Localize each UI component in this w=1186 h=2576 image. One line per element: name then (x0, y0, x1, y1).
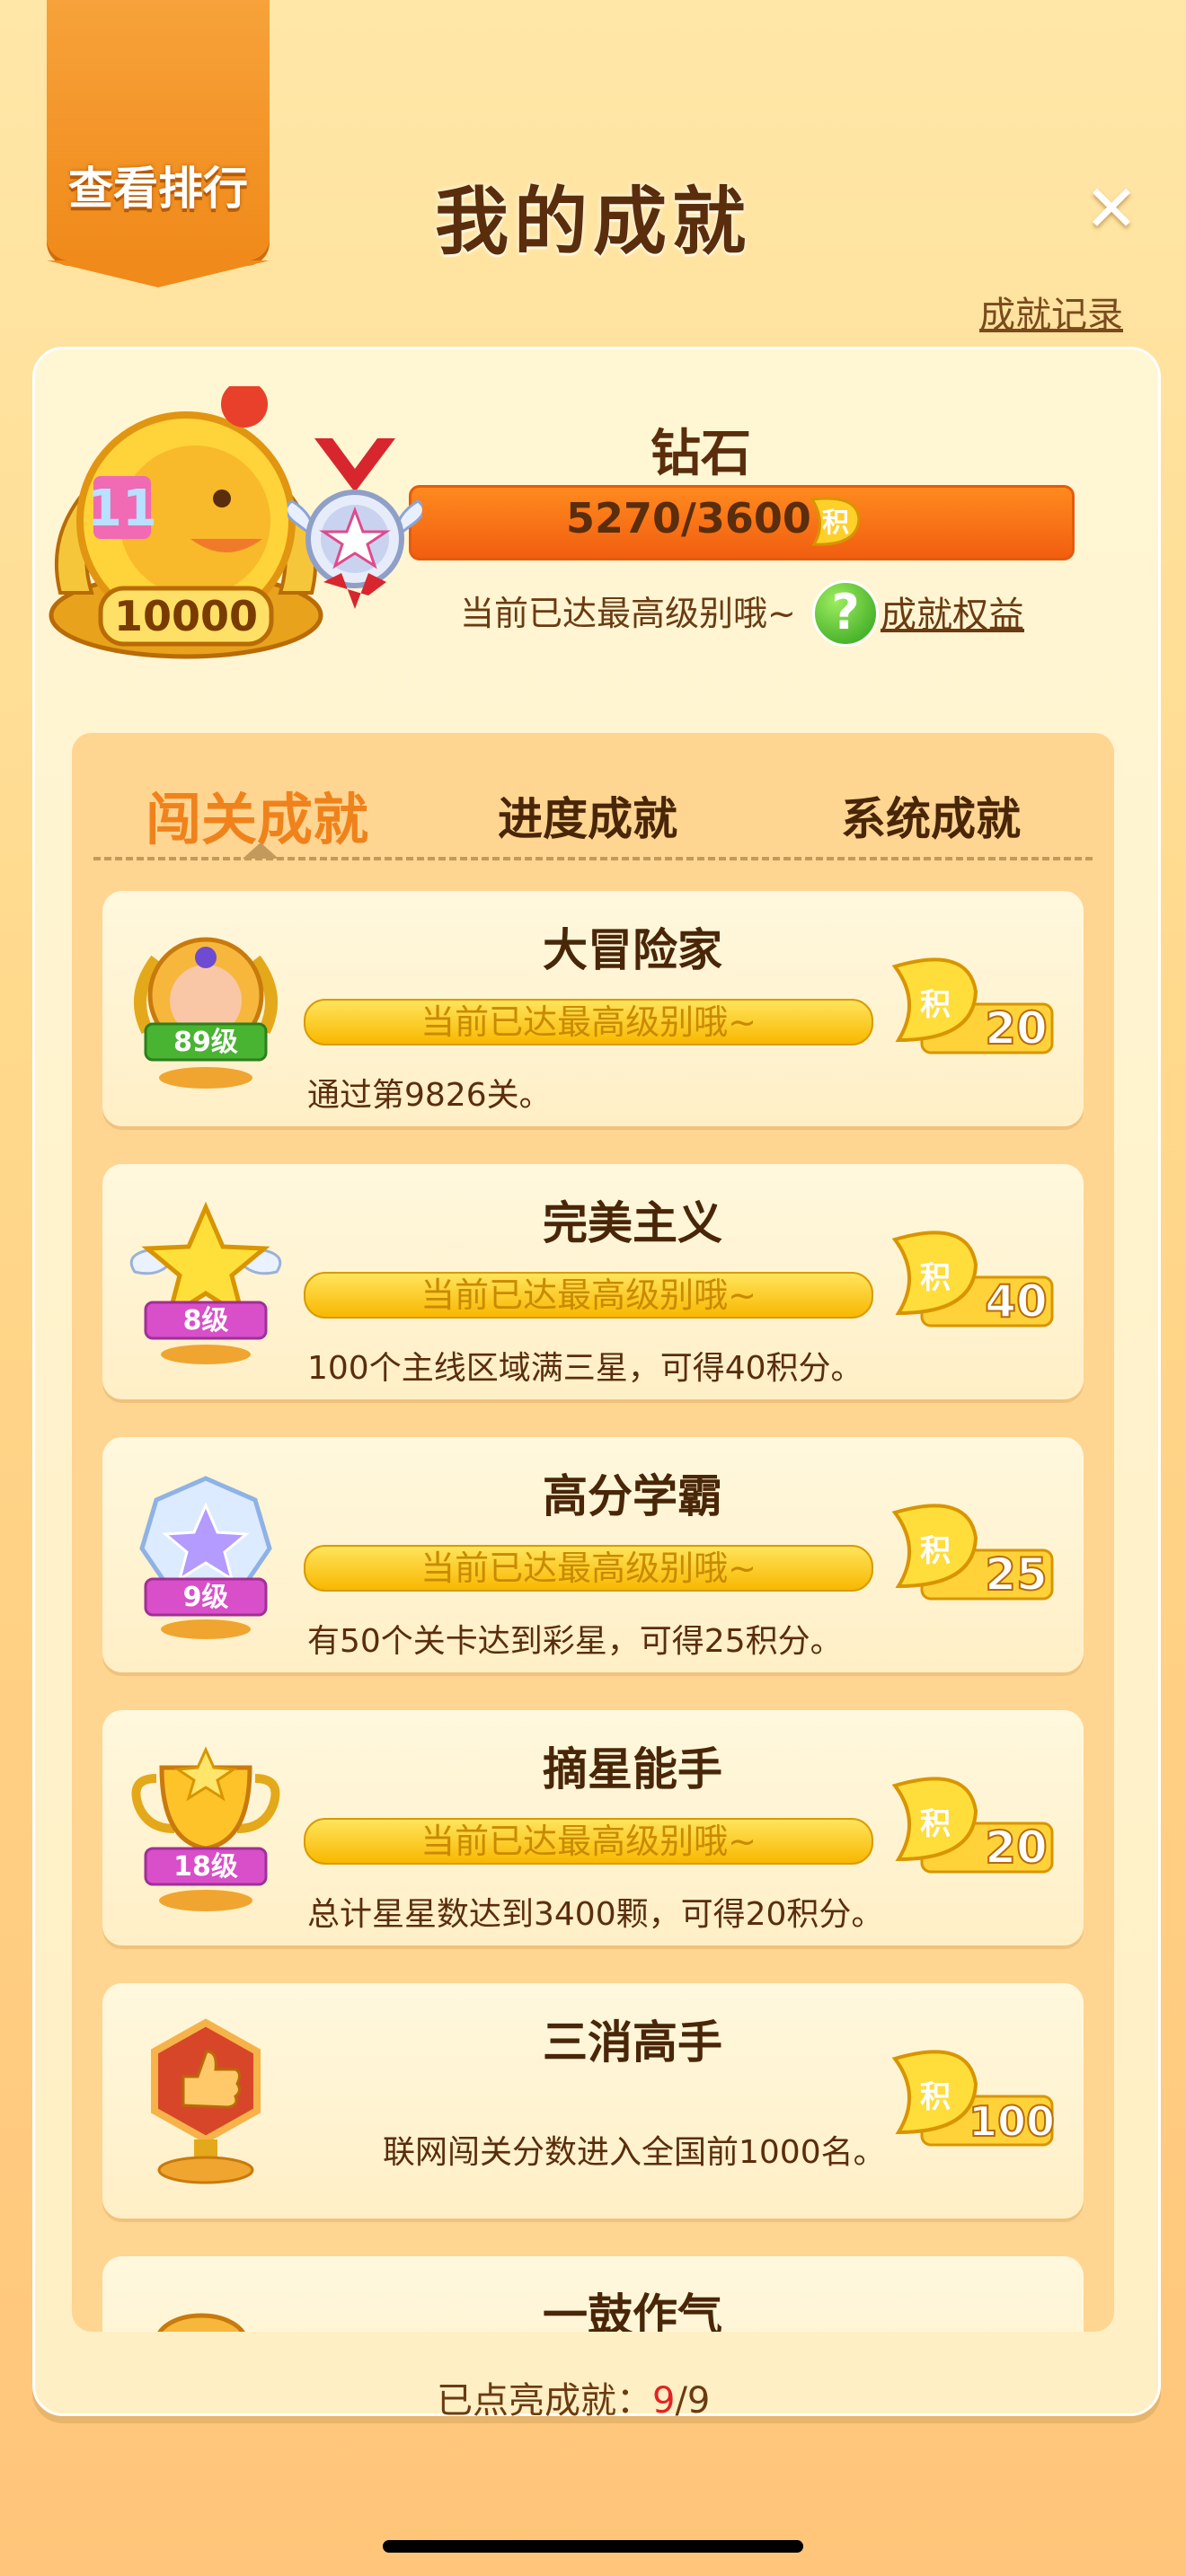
points-reward-icon: 积 20 (891, 1777, 1054, 1875)
achievement-description: 100个主线区域满三星，可得40积分。 (307, 1350, 863, 1387)
svg-text:积: 积 (822, 507, 849, 539)
achievement-description: 联网闯关分数进入全国前1000名。 (383, 2134, 886, 2171)
reward-value: 20 (985, 1002, 1048, 1054)
tab-system-achievements[interactable]: 系统成就 (841, 783, 1021, 848)
reward-value: 25 (985, 1548, 1048, 1601)
lit-achievements-counter: 已点亮成就：9/9 (437, 2371, 710, 2423)
svg-text:积: 积 (920, 1806, 951, 1842)
svg-text:积: 积 (920, 1260, 951, 1296)
achievement-item[interactable]: 9级 高分学霸 当前已达最高级别哦~ 有50个关卡达到彩星，可得25积分。 积 … (102, 1437, 1084, 1672)
progress-text: 5270/3600 (566, 494, 811, 543)
page-title: 我的成就 (434, 180, 751, 265)
avatar-score: 10000 (114, 592, 258, 640)
points-reward-icon: 积 40 (891, 1231, 1054, 1328)
tab-progress-achievements[interactable]: 进度成就 (498, 783, 677, 848)
achievement-description: 有50个关卡达到彩星，可得25积分。 (307, 1623, 843, 1660)
points-reward-icon: 积 100 (891, 2050, 1056, 2147)
item-level-label: 89级 (173, 1027, 238, 1058)
home-indicator[interactable] (383, 2540, 803, 2553)
achievement-title: 完美主义 (543, 1197, 722, 1249)
svg-text:11: 11 (87, 480, 157, 538)
points-coin-icon: 积 (810, 497, 861, 546)
diamond-medal-icon (288, 438, 422, 609)
achievement-record-link[interactable]: 成就记录 (979, 286, 1123, 338)
close-icon[interactable]: ✕ (1083, 176, 1140, 241)
achievement-title: 摘星能手 (543, 1743, 722, 1795)
points-reward-icon: 积 20 (891, 957, 1054, 1055)
item-level-label: 9级 (183, 1582, 229, 1613)
counter-total: /9 (675, 2380, 711, 2422)
achievement-progress-bar: 当前已达最高级别哦~ (304, 1545, 873, 1592)
achievement-list-panel: 闯关成就 进度成就 系统成就 89级 大冒险家 当前已达最高级别哦~ 通过第98… (72, 733, 1114, 2332)
achievement-item[interactable]: 18级 摘星能手 当前已达最高级别哦~ 总计星星数达到3400颗，可得20积分。… (102, 1710, 1084, 1945)
adventurer-badge-icon: 89级 (134, 937, 278, 1089)
reward-value: 100 (969, 2097, 1055, 2146)
achievement-title: 大冒险家 (543, 924, 722, 976)
points-reward-icon: 积 25 (891, 1504, 1054, 1601)
progress-bar-text: 当前已达最高级别哦~ (420, 1548, 757, 1588)
tab-divider (93, 857, 1093, 860)
counter-label: 已点亮成就： (437, 2380, 652, 2422)
item-level-label: 8级 (183, 1305, 229, 1337)
reward-value: 20 (985, 1822, 1048, 1874)
achievement-title: 一鼓作气 (543, 2289, 722, 2332)
counter-current: 9 (652, 2380, 676, 2422)
achievement-item[interactable]: 8级 完美主义 当前已达最高级别哦~ 100个主线区域满三星，可得40积分。 积… (102, 1164, 1084, 1399)
svg-text:积: 积 (920, 2079, 951, 2115)
partial-badge-icon (157, 2313, 245, 2332)
achievement-benefit-link[interactable]: 成就权益 (881, 586, 1024, 638)
svg-text:积: 积 (920, 1533, 951, 1569)
achievement-item[interactable]: 一鼓作气 (102, 2256, 1084, 2332)
reward-value: 40 (985, 1275, 1048, 1328)
thumbs-up-badge-icon (151, 2018, 261, 2184)
achievement-progress-bar: 当前已达最高级别哦~ (304, 999, 873, 1045)
progress-bar-text: 当前已达最高级别哦~ (420, 1822, 757, 1861)
achievement-description: 总计星星数达到3400颗，可得20积分。 (307, 1896, 884, 1933)
winged-star-badge-icon: 8级 (129, 1201, 282, 1364)
max-level-note: 当前已达最高级别哦~ (460, 594, 796, 633)
achievement-item[interactable]: 89级 大冒险家 当前已达最高级别哦~ 通过第9826关。 积 20 (102, 891, 1084, 1126)
svg-text:积: 积 (920, 987, 951, 1023)
progress-bar-text: 当前已达最高级别哦~ (420, 1275, 757, 1315)
help-icon[interactable]: ? (812, 580, 879, 647)
progress-bar-text: 当前已达最高级别哦~ (420, 1002, 757, 1042)
achievement-description: 通过第9826关。 (307, 1077, 552, 1114)
achievement-progress-bar: 当前已达最高级别哦~ (304, 1272, 873, 1319)
achievement-progress-bar: 当前已达最高级别哦~ (304, 1818, 873, 1865)
achievement-item[interactable]: 三消高手 联网闯关分数进入全国前1000名。 积 100 (102, 1983, 1084, 2219)
crystal-star-badge-icon: 9级 (139, 1476, 272, 1639)
trophy-badge-icon: 18级 (131, 1746, 280, 1911)
achievement-title: 高分学霸 (543, 1470, 722, 1522)
item-level-label: 18级 (173, 1851, 238, 1883)
achievement-title: 三消高手 (543, 2016, 722, 2069)
level-name: 钻石 (651, 425, 751, 483)
